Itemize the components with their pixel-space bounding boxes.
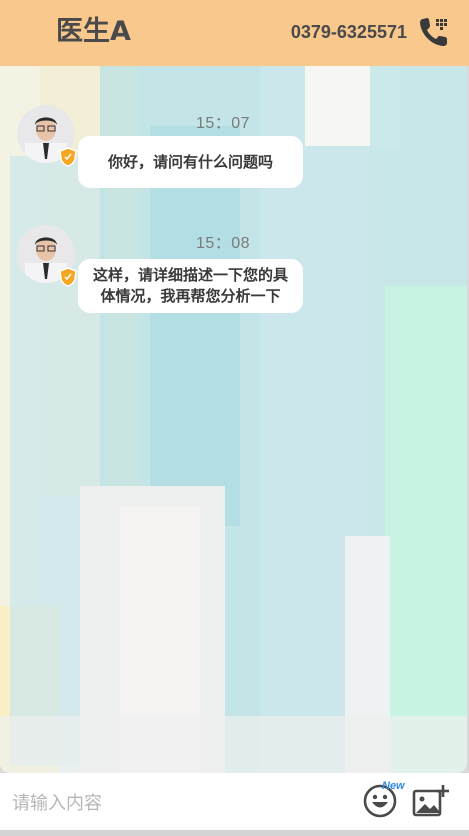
- message-bubble: 这样，请详细描述一下您的具 体情况，我再帮您分析一下: [78, 259, 303, 313]
- chat-area[interactable]: 15：07 你好，请问有什么问题吗 15：08 这样，请详细描述一下您的具 体情…: [0, 66, 467, 773]
- message-time: 15：07: [195, 115, 251, 132]
- header-bar: 医生A 0379-6325571: [0, 0, 469, 66]
- message-time: 15：08: [195, 235, 251, 252]
- bottom-strip: [0, 830, 469, 836]
- doctor-avatar[interactable]: [17, 105, 77, 167]
- phone-keypad-icon[interactable]: [417, 15, 451, 49]
- phone-number[interactable]: 0379-6325571: [291, 20, 407, 44]
- message-text-line: 体情况，我再帮您分析一下: [100, 287, 281, 305]
- new-badge: New: [382, 780, 405, 792]
- doctor-name-title: 医生A: [56, 16, 131, 47]
- shield-badge-icon: [59, 147, 77, 167]
- message-bubble: 你好，请问有什么问题吗: [78, 136, 303, 188]
- message-input[interactable]: [10, 786, 344, 820]
- shield-badge-icon: [59, 267, 77, 287]
- doctor-avatar[interactable]: [17, 225, 77, 287]
- add-image-icon[interactable]: [412, 783, 450, 819]
- message-text-line: 这样，请详细描述一下您的具: [92, 266, 288, 284]
